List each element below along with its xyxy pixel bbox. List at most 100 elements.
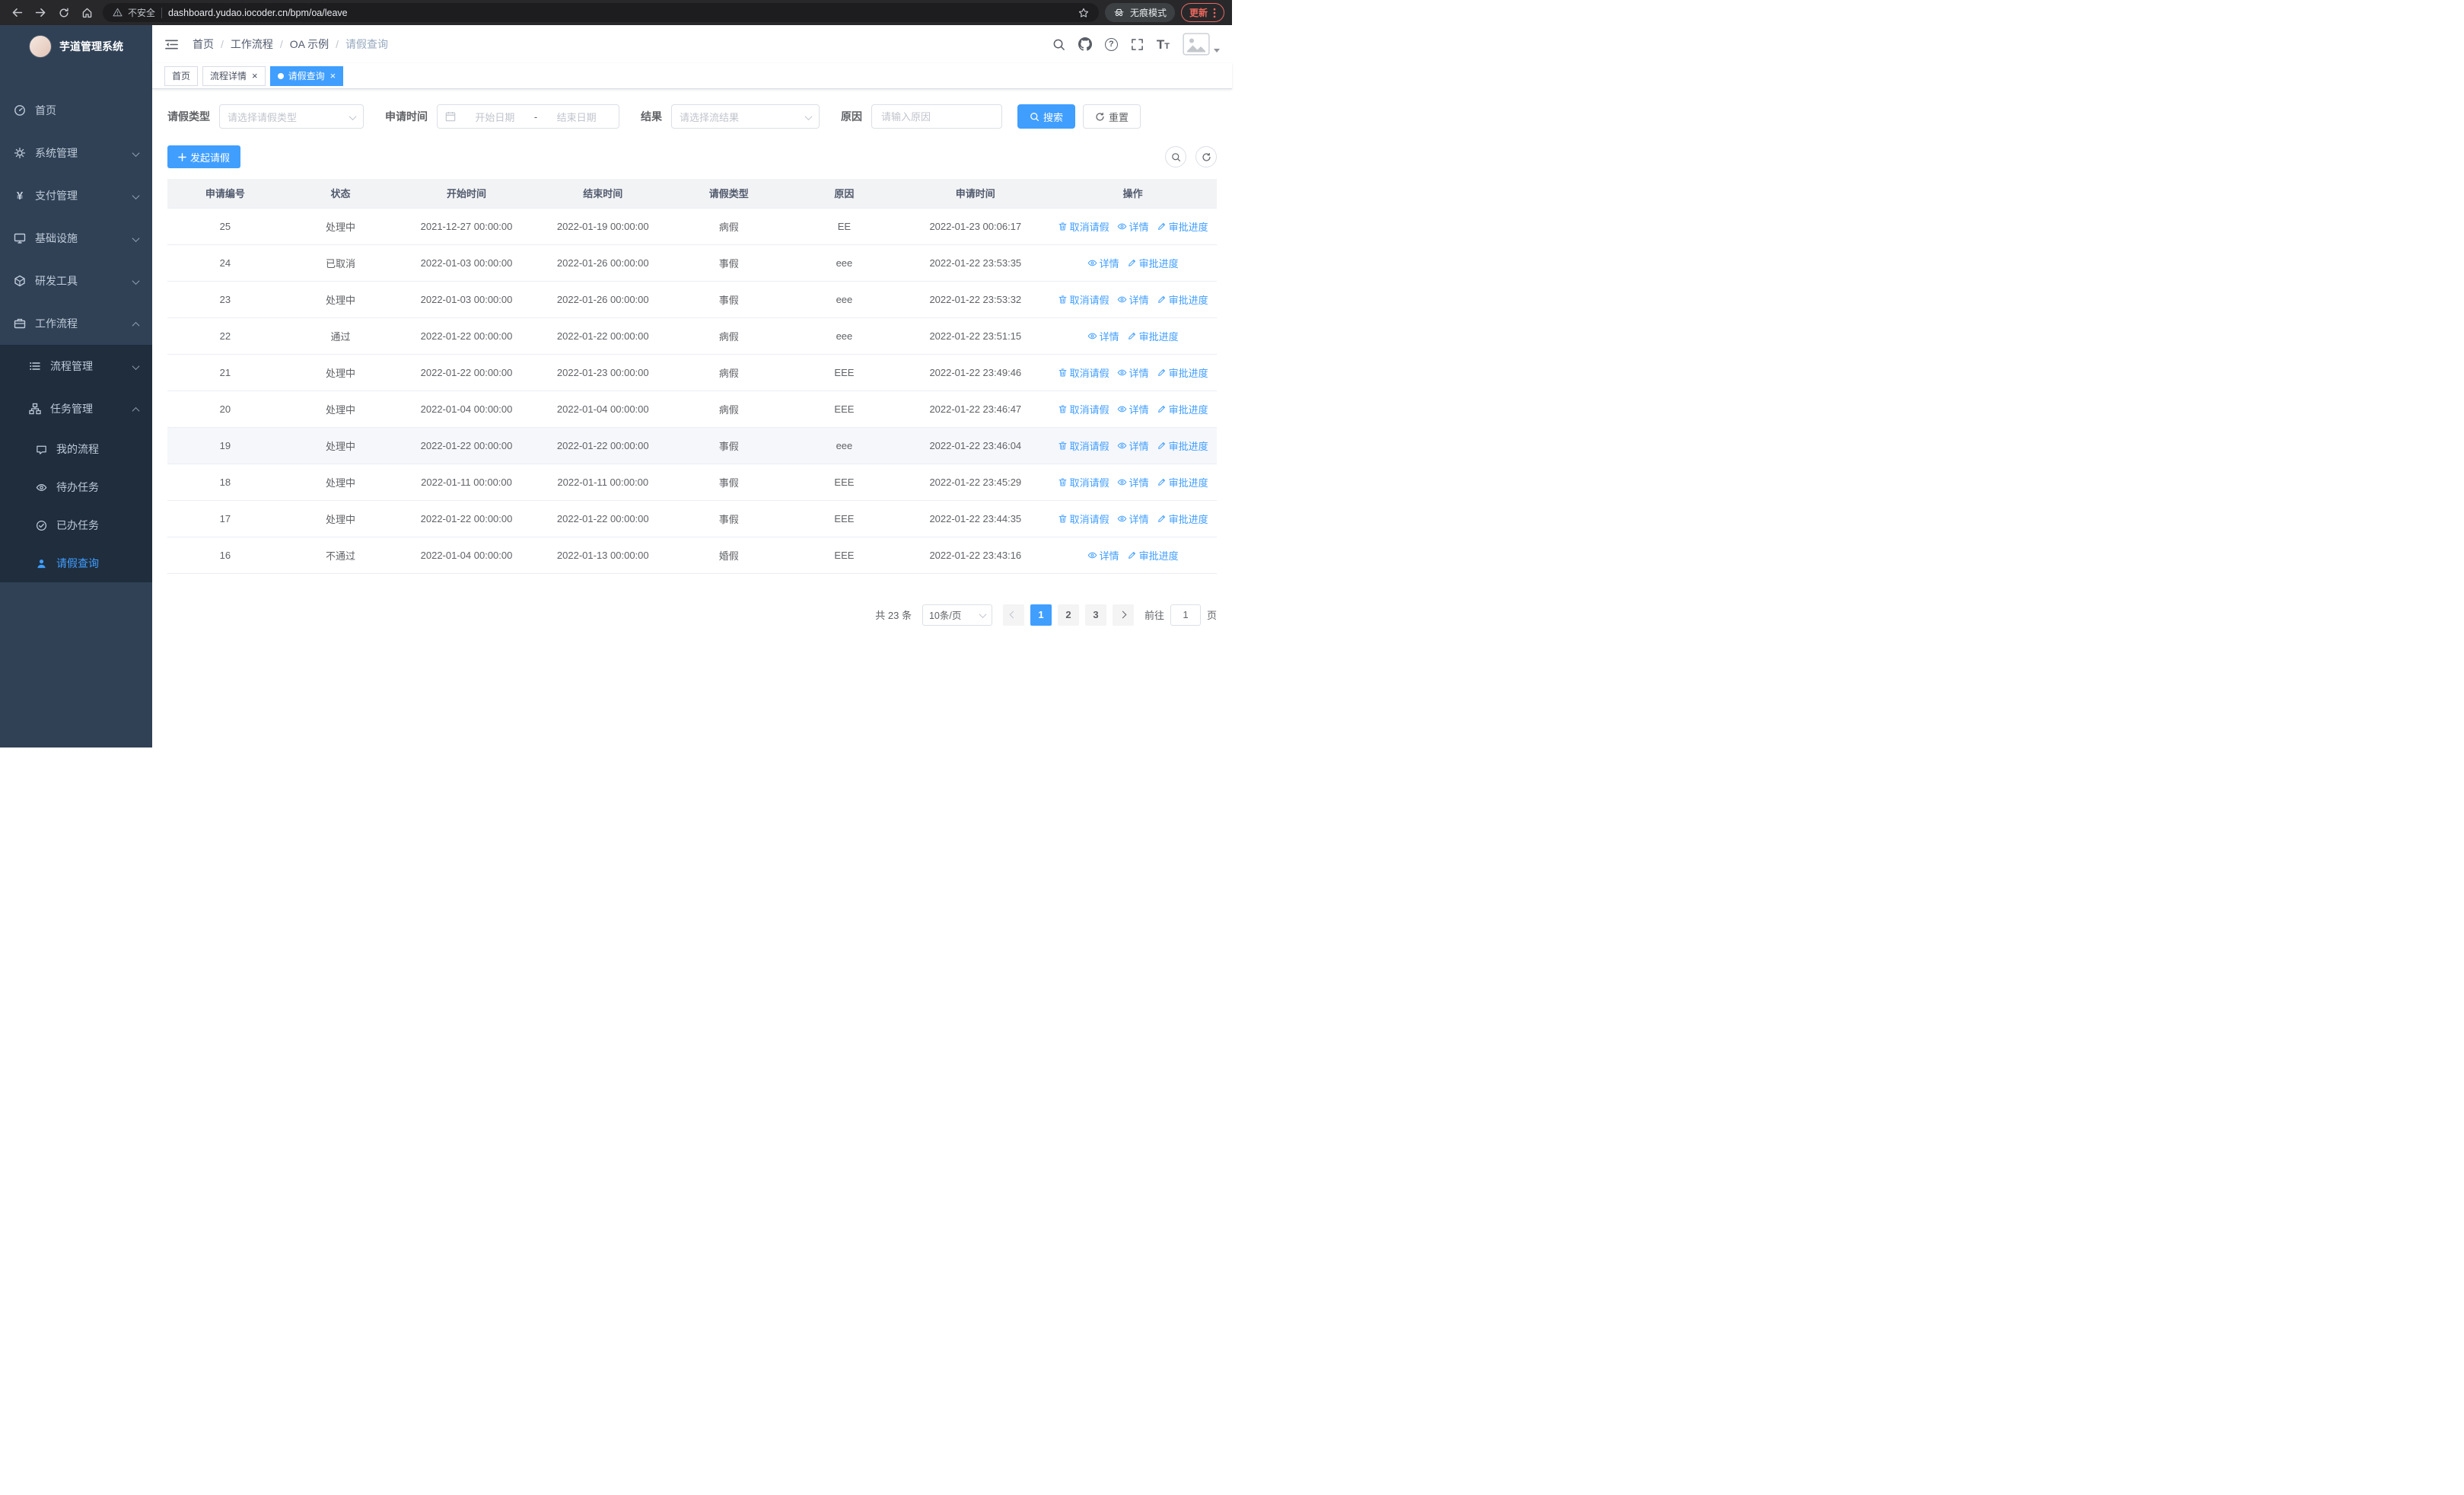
home-icon[interactable] xyxy=(81,6,94,19)
progress-link[interactable]: 审批进度 xyxy=(1157,292,1208,307)
sidebar-item-infra[interactable]: 基础设施 xyxy=(0,217,152,260)
breadcrumb-item[interactable]: 首页 xyxy=(193,37,214,52)
sidebar-item-workflow[interactable]: 工作流程 xyxy=(0,302,152,345)
sidebar-item-process-mgmt[interactable]: 流程管理 xyxy=(0,345,152,387)
goto-page: 前往 页 xyxy=(1144,604,1217,626)
github-icon[interactable] xyxy=(1078,37,1092,51)
cancel-leave-link[interactable]: 取消请假 xyxy=(1058,475,1109,489)
briefcase-icon xyxy=(14,317,26,330)
tab-process-detail[interactable]: 流程详情 × xyxy=(202,65,266,86)
progress-link[interactable]: 审批进度 xyxy=(1127,548,1179,563)
cell-end-time: 2022-01-22 00:00:00 xyxy=(534,500,671,537)
cell-start-time: 2022-01-22 00:00:00 xyxy=(398,427,535,464)
tab-home[interactable]: 首页 xyxy=(164,65,199,86)
back-icon[interactable] xyxy=(11,6,24,19)
detail-link[interactable]: 详情 xyxy=(1117,365,1149,380)
address-bar[interactable]: 不安全 dashboard.yudao.iocoder.cn/bpm/oa/le… xyxy=(103,3,1099,22)
cancel-leave-link[interactable]: 取消请假 xyxy=(1058,512,1109,526)
date-range-picker[interactable]: 开始日期 - 结束日期 xyxy=(437,104,619,129)
search-button[interactable]: 搜索 xyxy=(1017,104,1076,129)
breadcrumb-item[interactable]: OA 示例 xyxy=(290,37,329,52)
progress-link[interactable]: 审批进度 xyxy=(1157,475,1208,489)
browser-update-button[interactable]: 更新 xyxy=(1180,3,1224,22)
refresh-table-icon[interactable] xyxy=(1195,146,1217,167)
detail-link[interactable]: 详情 xyxy=(1087,329,1119,343)
sidebar-item-label: 我的流程 xyxy=(56,443,99,455)
sidebar-item-label: 支付管理 xyxy=(35,190,78,202)
progress-link[interactable]: 审批进度 xyxy=(1127,256,1179,270)
next-page-button[interactable] xyxy=(1112,604,1134,626)
page-button-3[interactable]: 3 xyxy=(1084,604,1106,626)
reset-button[interactable]: 重置 xyxy=(1083,104,1141,129)
detail-link[interactable]: 详情 xyxy=(1117,219,1149,234)
cell-apply-time: 2022-01-23 00:06:17 xyxy=(902,208,1049,245)
cancel-leave-link[interactable]: 取消请假 xyxy=(1058,292,1109,307)
breadcrumb-item[interactable]: 工作流程 xyxy=(231,37,273,52)
cancel-leave-link[interactable]: 取消请假 xyxy=(1058,402,1109,416)
detail-link[interactable]: 详情 xyxy=(1087,548,1119,563)
sidebar-item-payment[interactable]: ¥ 支付管理 xyxy=(0,174,152,217)
app-logo[interactable]: 芋道管理系统 xyxy=(0,25,152,68)
reason-input[interactable] xyxy=(871,104,1002,129)
user-avatar[interactable] xyxy=(1183,33,1220,56)
sidebar-item-done-tasks[interactable]: 已办任务 xyxy=(0,506,152,544)
prev-page-button[interactable] xyxy=(1002,604,1024,626)
toggle-search-icon[interactable] xyxy=(1165,146,1186,167)
progress-link[interactable]: 审批进度 xyxy=(1127,329,1179,343)
browser-menu-icon[interactable] xyxy=(1213,8,1216,18)
sidebar-item-home[interactable]: 首页 xyxy=(0,89,152,132)
detail-link[interactable]: 详情 xyxy=(1117,512,1149,526)
sidebar-item-todo-tasks[interactable]: 待办任务 xyxy=(0,468,152,506)
eye-icon xyxy=(1117,406,1127,412)
sidebar-item-my-process[interactable]: 我的流程 xyxy=(0,430,152,468)
page-size-select[interactable]: 10条/页 xyxy=(922,604,992,626)
cancel-leave-link[interactable]: 取消请假 xyxy=(1058,365,1109,380)
eye-icon xyxy=(1117,442,1127,448)
search-icon[interactable] xyxy=(1052,38,1065,51)
end-date-input[interactable]: 结束日期 xyxy=(542,110,611,124)
url-text[interactable]: dashboard.yudao.iocoder.cn/bpm/oa/leave xyxy=(168,8,1071,18)
eye-icon xyxy=(1087,333,1097,339)
help-icon[interactable]: ? xyxy=(1104,37,1118,51)
page-button-1[interactable]: 1 xyxy=(1030,604,1052,626)
cell-start-time: 2022-01-11 00:00:00 xyxy=(398,464,535,501)
security-warning[interactable]: 不安全 xyxy=(112,6,155,19)
sidebar-item-devtools[interactable]: 研发工具 xyxy=(0,260,152,302)
start-date-input[interactable]: 开始日期 xyxy=(460,110,530,124)
sidebar-item-label: 系统管理 xyxy=(35,147,78,159)
sidebar-item-leave-query[interactable]: 请假查询 xyxy=(0,544,152,582)
progress-link[interactable]: 审批进度 xyxy=(1157,402,1208,416)
sidebar-item-task-mgmt[interactable]: 任务管理 xyxy=(0,387,152,430)
goto-page-input[interactable] xyxy=(1170,604,1201,626)
detail-link[interactable]: 详情 xyxy=(1117,438,1149,453)
detail-link[interactable]: 详情 xyxy=(1117,402,1149,416)
detail-link[interactable]: 详情 xyxy=(1087,256,1119,270)
page-button-2[interactable]: 2 xyxy=(1057,604,1079,626)
cell-actions: 取消请假 详情 审批进度 xyxy=(1049,208,1217,245)
cell-leave-type: 病假 xyxy=(670,317,787,355)
progress-link[interactable]: 审批进度 xyxy=(1157,219,1208,234)
fullscreen-icon[interactable] xyxy=(1131,38,1144,51)
cell-leave-type: 事假 xyxy=(670,427,787,464)
close-icon[interactable]: × xyxy=(330,71,336,81)
cancel-leave-link[interactable]: 取消请假 xyxy=(1058,219,1109,234)
close-icon[interactable]: × xyxy=(252,71,258,81)
reload-icon[interactable] xyxy=(58,7,70,19)
cell-leave-type: 病假 xyxy=(670,354,787,391)
detail-link[interactable]: 详情 xyxy=(1117,475,1149,489)
result-select[interactable]: 请选择流结果 xyxy=(671,104,820,129)
progress-link[interactable]: 审批进度 xyxy=(1157,512,1208,526)
sidebar-item-system[interactable]: 系统管理 xyxy=(0,132,152,174)
detail-link[interactable]: 详情 xyxy=(1117,292,1149,307)
progress-link[interactable]: 审批进度 xyxy=(1157,365,1208,380)
bookmark-star-icon[interactable] xyxy=(1078,7,1090,19)
forward-icon[interactable] xyxy=(34,6,47,19)
tab-leave-query[interactable]: 请假查询 × xyxy=(269,65,344,86)
cancel-leave-link[interactable]: 取消请假 xyxy=(1058,438,1109,453)
font-size-icon[interactable]: TT xyxy=(1157,38,1170,51)
sidebar-toggle-icon[interactable] xyxy=(164,37,179,52)
progress-link[interactable]: 审批进度 xyxy=(1157,438,1208,453)
cell-leave-type: 事假 xyxy=(670,464,787,501)
leave-type-select[interactable]: 请选择请假类型 xyxy=(219,104,364,129)
create-leave-button[interactable]: 发起请假 xyxy=(167,145,241,168)
